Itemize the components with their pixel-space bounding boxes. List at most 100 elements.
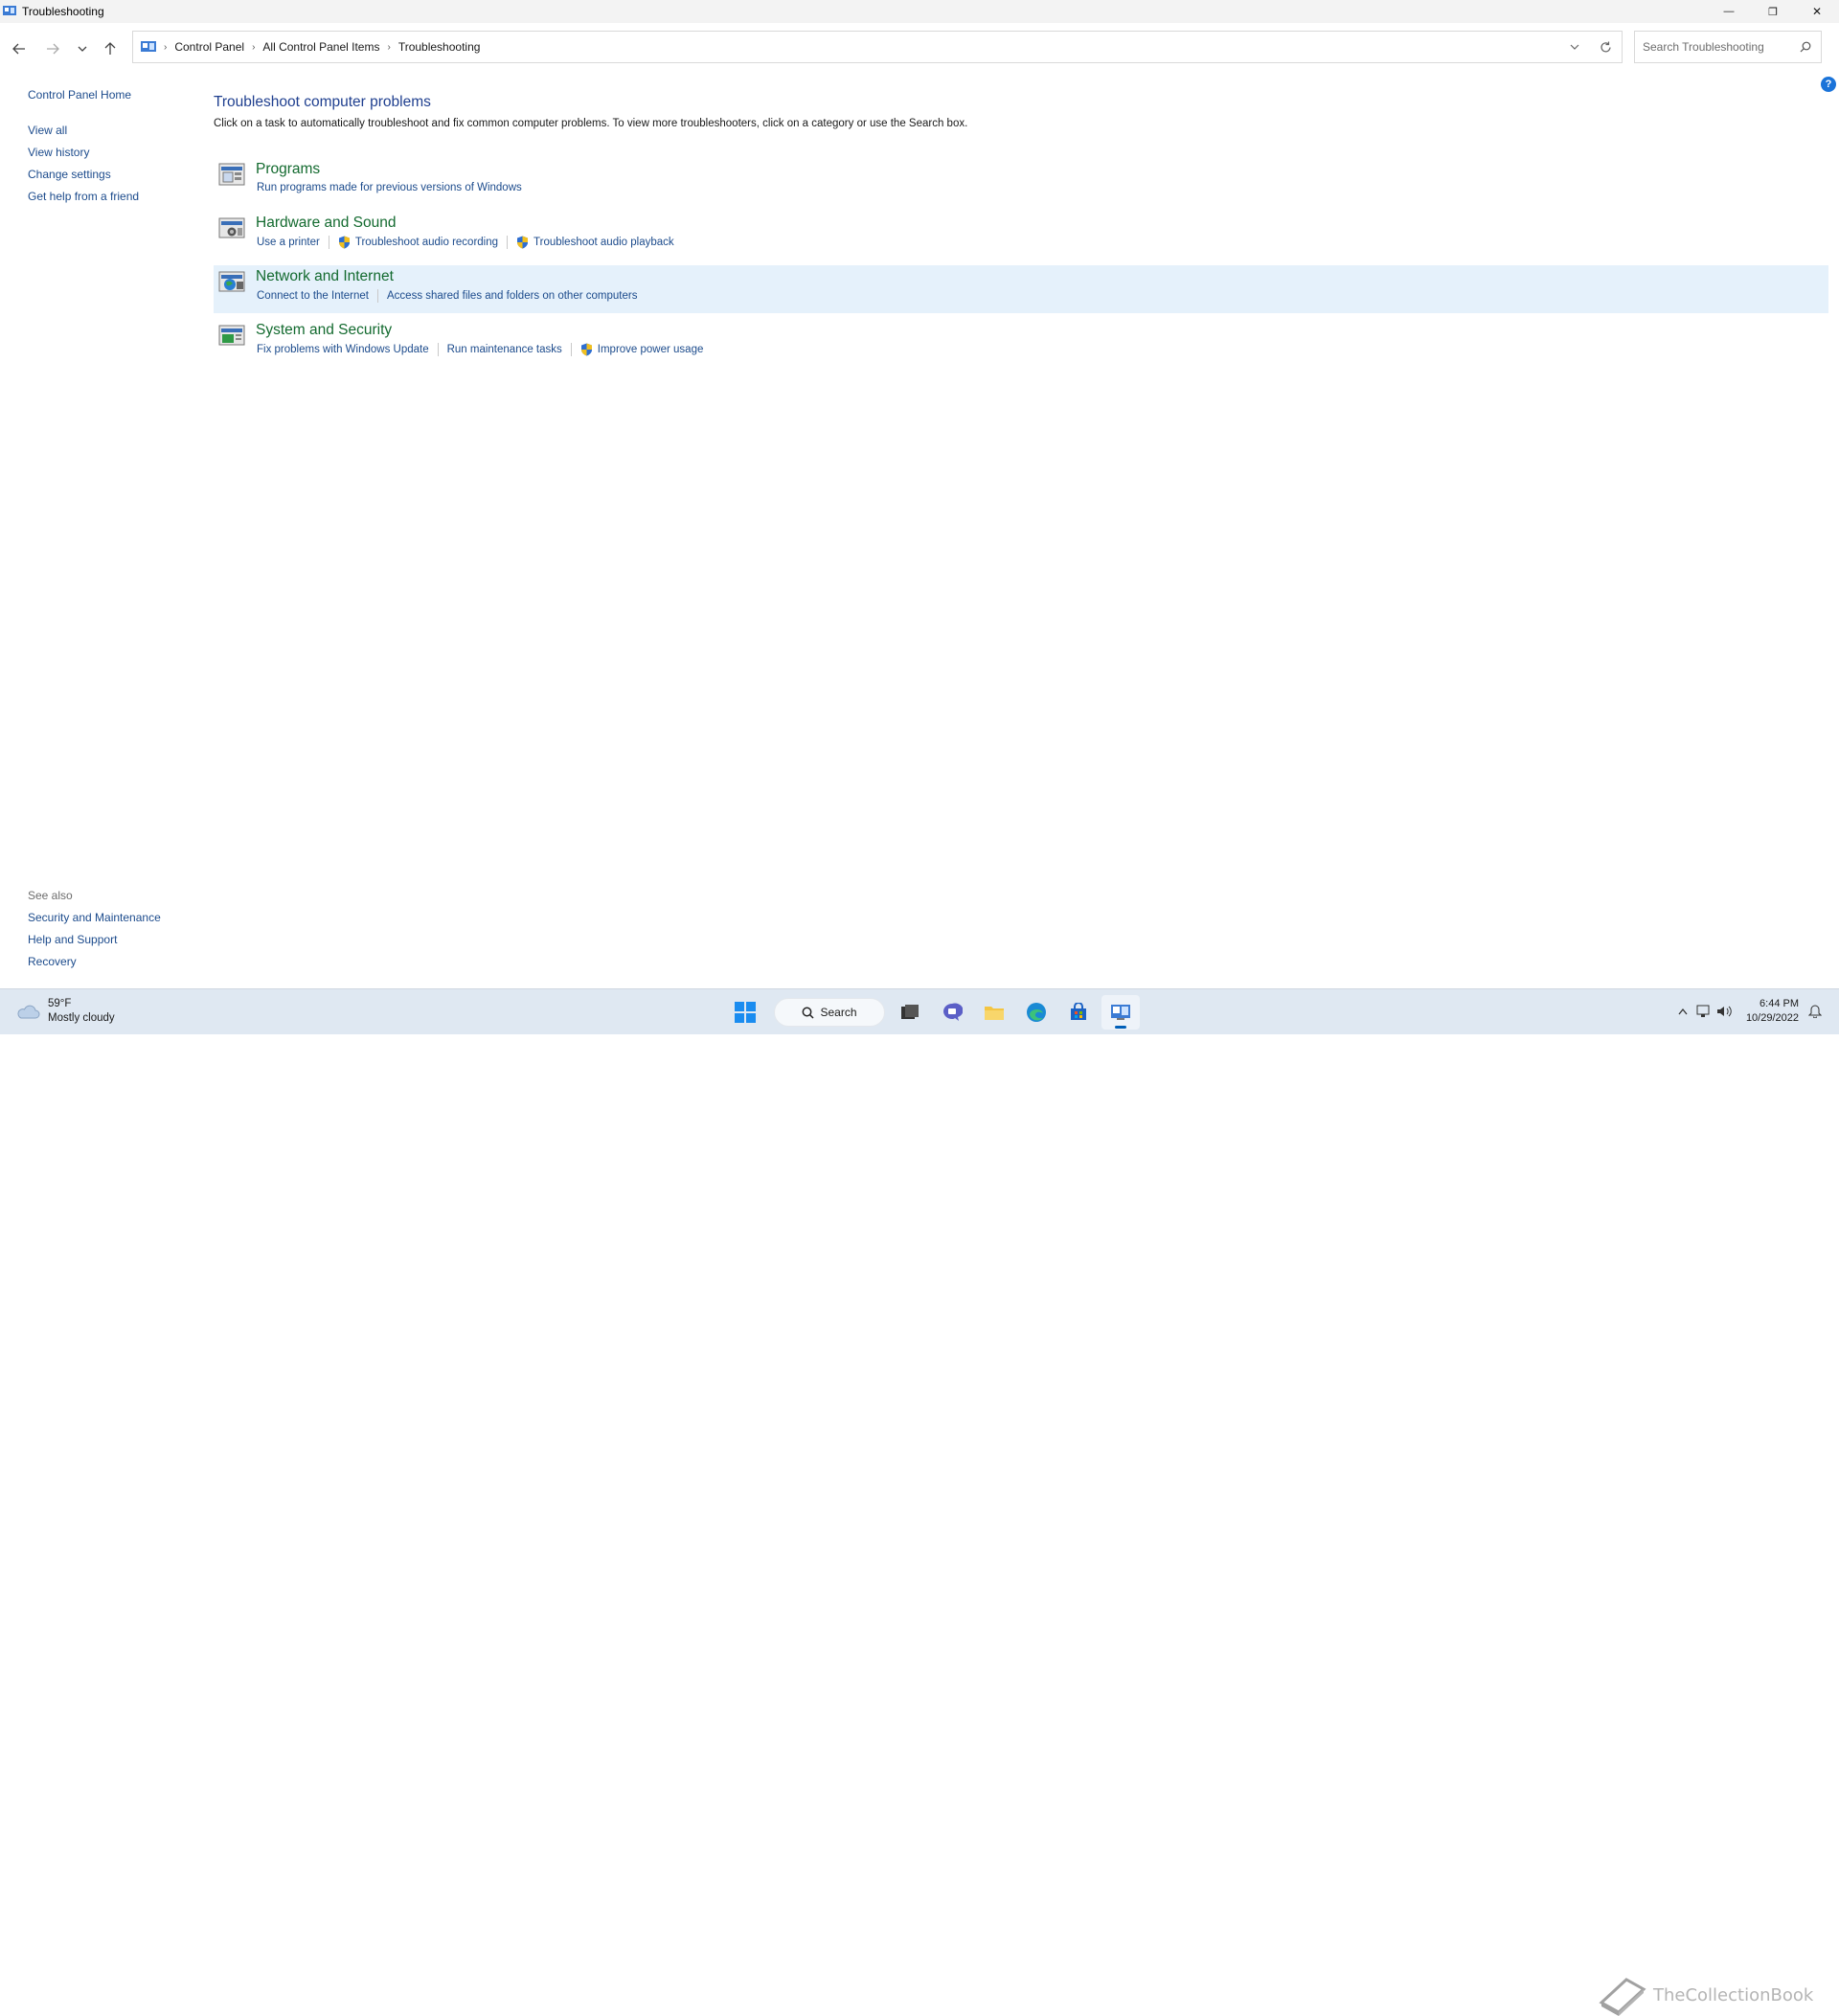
arrow-left-icon <box>12 43 25 55</box>
control-panel-icon <box>1111 1005 1130 1020</box>
volume-button[interactable] <box>1714 1005 1735 1018</box>
network-status-button[interactable] <box>1692 1005 1714 1018</box>
restore-icon: ❐ <box>1768 6 1778 18</box>
category-title[interactable]: Hardware and Sound <box>256 215 397 232</box>
close-button[interactable]: ✕ <box>1795 0 1839 23</box>
speaker-icon <box>1716 1006 1732 1017</box>
edge-button[interactable] <box>1017 995 1056 1030</box>
see-also-security-maintenance[interactable]: Security and Maintenance <box>28 911 161 924</box>
link-windows-update[interactable]: Fix problems with Windows Update <box>257 344 429 355</box>
link-audio-recording[interactable]: Troubleshoot audio recording <box>338 236 498 249</box>
chevron-right-icon[interactable]: › <box>164 42 167 53</box>
link-label: Run maintenance tasks <box>446 344 562 355</box>
watermark-text: TheCollectionBook <box>1653 1984 1814 2005</box>
sidebar: Control Panel Home View all View history… <box>28 88 200 212</box>
cloud-icon <box>17 1005 40 1019</box>
link-label: Use a printer <box>257 237 320 248</box>
see-also-help-support[interactable]: Help and Support <box>28 933 161 946</box>
chevron-down-icon <box>78 46 87 52</box>
clock-date: 10/29/2022 <box>1745 1012 1799 1024</box>
notifications-button[interactable] <box>1805 1005 1826 1018</box>
breadcrumb-control-panel[interactable]: Control Panel <box>174 40 244 54</box>
store-button[interactable] <box>1059 995 1098 1030</box>
control-panel-icon <box>141 40 156 52</box>
system-security-icon[interactable] <box>218 323 247 350</box>
window-title: Troubleshooting <box>22 5 104 18</box>
close-icon: ✕ <box>1811 5 1823 18</box>
recent-locations-button[interactable] <box>72 38 93 59</box>
chevron-up-icon <box>1678 1008 1688 1015</box>
weather-description: Mostly cloudy <box>48 1012 115 1024</box>
back-button[interactable] <box>9 38 30 59</box>
clock[interactable]: 6:44 PM 10/29/2022 <box>1746 997 1799 1026</box>
arrow-up-icon <box>104 42 116 55</box>
sidebar-item-change-settings[interactable]: Change settings <box>28 168 200 181</box>
link-audio-playback[interactable]: Troubleshoot audio playback <box>516 236 674 249</box>
restore-button[interactable]: ❐ <box>1751 0 1795 23</box>
taskbar-search-button[interactable]: Search <box>774 998 885 1027</box>
link-connect-internet[interactable]: Connect to the Internet <box>257 290 369 302</box>
book-icon <box>1599 1978 1646 2016</box>
breadcrumb-troubleshooting[interactable]: Troubleshooting <box>398 40 481 54</box>
programs-icon[interactable] <box>218 162 247 189</box>
forward-button[interactable] <box>42 38 63 59</box>
folder-icon <box>985 1007 1004 1020</box>
divider <box>377 289 378 303</box>
link-maintenance-tasks[interactable]: Run maintenance tasks <box>447 344 562 355</box>
minimize-icon: — <box>1723 6 1735 17</box>
link-label: Run programs made for previous versions … <box>257 182 522 193</box>
file-explorer-button[interactable] <box>975 995 1013 1030</box>
up-button[interactable] <box>100 38 121 59</box>
chevron-right-icon[interactable]: › <box>252 42 255 53</box>
see-also-heading: See also <box>28 889 73 902</box>
link-power-usage[interactable]: Improve power usage <box>580 343 703 356</box>
sidebar-item-view-all[interactable]: View all <box>28 124 200 137</box>
category-title[interactable]: System and Security <box>256 322 392 339</box>
category-programs: Programs Run programs made for previous … <box>214 158 1828 206</box>
link-label: Connect to the Internet <box>257 290 369 302</box>
link-run-older-programs[interactable]: Run programs made for previous versions … <box>257 182 522 193</box>
control-panel-icon <box>3 6 16 15</box>
refresh-button[interactable] <box>1589 41 1622 54</box>
search-input[interactable]: Search Troubleshooting <box>1634 31 1822 63</box>
address-history-button[interactable] <box>1560 42 1589 52</box>
show-hidden-icons-button[interactable] <box>1673 1008 1692 1015</box>
search-placeholder: Search Troubleshooting <box>1643 40 1764 54</box>
page-title: Troubleshoot computer problems <box>214 94 431 110</box>
minimize-button[interactable]: — <box>1707 0 1751 23</box>
divider <box>570 343 572 356</box>
start-button[interactable] <box>726 995 764 1030</box>
store-icon <box>1071 1003 1086 1020</box>
see-also-recovery[interactable]: Recovery <box>28 955 161 968</box>
clock-time: 6:44 PM <box>1760 998 1799 1009</box>
network-icon[interactable] <box>218 269 247 296</box>
link-label: Troubleshoot audio playback <box>534 237 674 248</box>
link-use-printer[interactable]: Use a printer <box>257 237 320 248</box>
control-panel-taskbar-button[interactable] <box>1101 995 1140 1030</box>
weather-widget[interactable]: 59°F Mostly cloudy <box>15 997 115 1026</box>
breadcrumb-all-items[interactable]: All Control Panel Items <box>262 40 379 54</box>
hardware-sound-icon[interactable] <box>218 215 247 242</box>
system-tray: 6:44 PM 10/29/2022 <box>1673 997 1826 1026</box>
category-title[interactable]: Network and Internet <box>256 268 394 285</box>
chat-icon <box>943 1003 963 1021</box>
search-icon <box>1800 41 1811 53</box>
sidebar-item-control-panel-home[interactable]: Control Panel Home <box>28 88 200 102</box>
navigation-bar: › Control Panel › All Control Panel Item… <box>0 27 1839 69</box>
link-shared-folders[interactable]: Access shared files and folders on other… <box>387 290 637 302</box>
category-title[interactable]: Programs <box>256 161 320 178</box>
taskbar-search-label: Search <box>820 1006 857 1019</box>
sidebar-item-get-help[interactable]: Get help from a friend <box>28 190 200 203</box>
notification-bell-icon <box>1808 1005 1822 1018</box>
page-description: Click on a task to automatically trouble… <box>214 118 968 129</box>
uac-shield-icon <box>517 236 529 249</box>
chat-button[interactable] <box>933 995 971 1030</box>
windows-logo-icon <box>735 1002 756 1023</box>
address-bar[interactable]: › Control Panel › All Control Panel Item… <box>132 31 1623 63</box>
sidebar-item-view-history[interactable]: View history <box>28 146 200 159</box>
divider <box>507 236 509 249</box>
help-icon[interactable]: ? <box>1821 77 1836 92</box>
category-network-internet[interactable]: Network and Internet Connect to the Inte… <box>214 265 1828 313</box>
task-view-button[interactable] <box>891 995 929 1030</box>
chevron-right-icon[interactable]: › <box>387 42 390 53</box>
